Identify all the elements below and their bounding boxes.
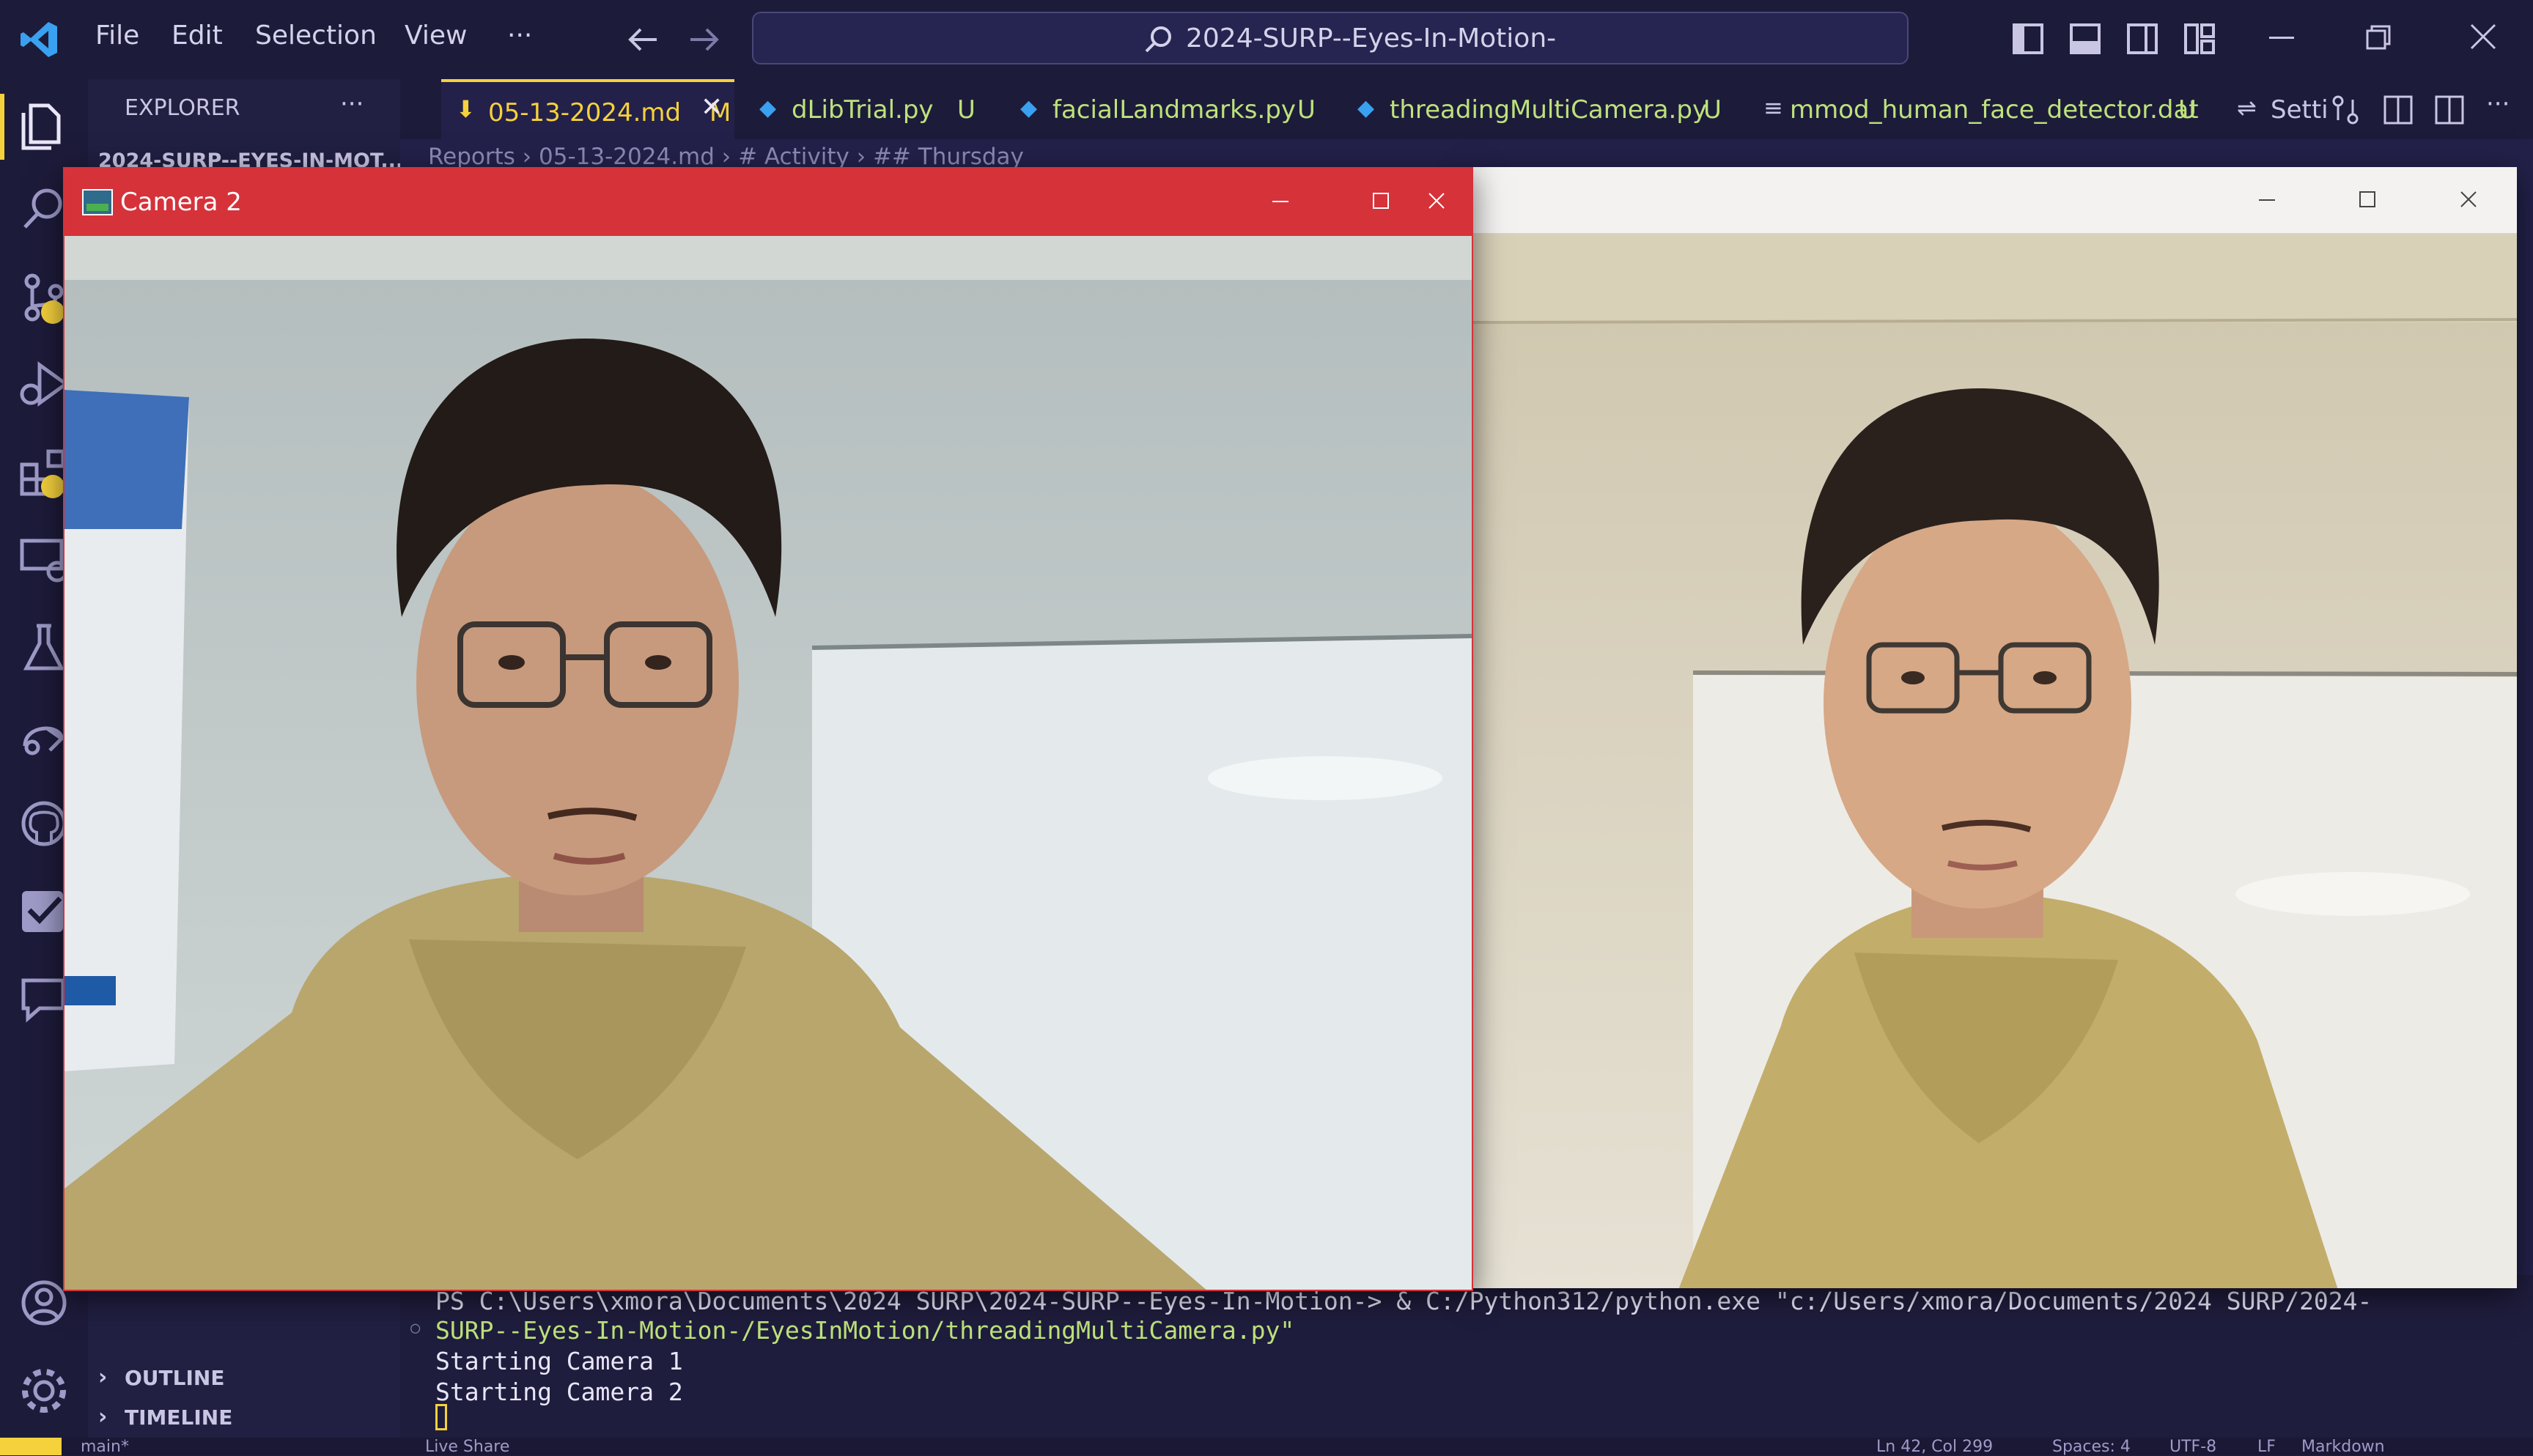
cursor-position[interactable]: Ln 42, Col 299 xyxy=(1876,1438,1993,1456)
python-file-icon: ◆ xyxy=(759,95,777,121)
menu-more[interactable]: ··· xyxy=(507,21,532,51)
search-icon xyxy=(1145,26,1171,53)
minimize-icon[interactable] xyxy=(2269,37,2294,41)
maximize-icon[interactable] xyxy=(2345,182,2389,218)
tab-status: U xyxy=(2178,95,2197,125)
terminal-output-line: Starting Camera 2 xyxy=(435,1378,683,1406)
command-center-text: 2024-SURP--Eyes-In-Motion- xyxy=(1186,23,1557,53)
tab-mmod-human-face-detector-dat[interactable]: ≡ mmod_human_face_detector.dat U xyxy=(1763,79,2218,139)
tab-label: mmod_human_face_detector.dat xyxy=(1790,95,2199,125)
breadcrumb-item[interactable]: # Activity xyxy=(738,144,849,170)
breadcrumb-item[interactable]: ## Thursday xyxy=(873,144,1024,170)
tab-05-13-2024-md[interactable]: ⬇ 05-13-2024.md M xyxy=(441,79,734,139)
indentation-status[interactable]: Spaces: 4 xyxy=(2052,1438,2131,1456)
live-share-status[interactable]: Live Share xyxy=(425,1438,509,1456)
terminal-panel[interactable]: PS C:\Users\xmora\Documents\2024 SURP\20… xyxy=(400,1275,2533,1442)
camera-2-video-frame xyxy=(64,236,1472,1290)
window-app-icon xyxy=(82,189,113,215)
breadcrumb-separator: › xyxy=(856,144,873,170)
tab-faciallandmarks-py[interactable]: ◆ facialLandmarks.py U xyxy=(1020,79,1316,139)
outline-section[interactable]: OUTLINE xyxy=(125,1366,224,1390)
toggle-panel-icon[interactable] xyxy=(2070,23,2101,54)
tab-threadingmulticamera-py[interactable]: ◆ threadingMultiCamera.py U xyxy=(1357,79,1739,139)
title-bar: File Edit Selection View ··· 2024-SURP--… xyxy=(0,0,2533,79)
timeline-chevron-icon[interactable]: › xyxy=(98,1404,107,1430)
compare-changes-icon[interactable] xyxy=(2331,95,2360,125)
close-icon[interactable] xyxy=(1415,183,1459,220)
breadcrumb-separator: › xyxy=(721,144,739,170)
editor-more-button[interactable]: ··· xyxy=(2486,89,2510,119)
menu-view[interactable]: View xyxy=(405,21,467,51)
extensions-badge xyxy=(41,475,64,498)
explorer-title: EXPLORER xyxy=(125,95,240,121)
menu-selection[interactable]: Selection xyxy=(255,21,377,51)
encoding-status[interactable]: UTF-8 xyxy=(2169,1438,2216,1456)
breadcrumb-item[interactable]: Reports xyxy=(428,144,515,170)
close-icon[interactable] xyxy=(2447,182,2490,218)
toggle-primary-sidebar-icon[interactable] xyxy=(2013,23,2043,54)
open-preview-icon[interactable] xyxy=(2383,95,2413,125)
python-file-icon: ◆ xyxy=(1357,95,1375,121)
settings-gear-icon[interactable] xyxy=(18,1364,70,1417)
menu-edit[interactable]: Edit xyxy=(172,21,223,51)
explorer-icon[interactable] xyxy=(18,98,70,151)
tab-status: U xyxy=(1297,95,1316,125)
tab-label: threadingMultiCamera.py xyxy=(1390,95,1708,125)
tab-status: U xyxy=(957,95,976,125)
split-editor-icon[interactable] xyxy=(2435,95,2464,125)
terminal-cursor xyxy=(435,1404,447,1430)
tab-settings[interactable]: ⇌ Setti xyxy=(2237,79,2332,139)
data-file-icon: ≡ xyxy=(1763,94,1783,122)
vscode-logo-icon[interactable] xyxy=(19,19,60,60)
breadcrumb-separator: › xyxy=(522,144,539,170)
markdown-file-icon: ⬇ xyxy=(456,95,476,123)
remote-indicator[interactable] xyxy=(0,1438,62,1455)
status-bar: main* Live Share Ln 42, Col 299 Spaces: … xyxy=(0,1438,2533,1456)
source-control-badge xyxy=(41,300,64,324)
close-icon[interactable] xyxy=(2470,23,2496,50)
terminal-decorator-icon: ○ xyxy=(410,1319,421,1337)
restore-icon[interactable] xyxy=(2366,25,2392,51)
camera-1-video-frame xyxy=(1473,234,2517,1288)
tab-label: dLibTrial.py xyxy=(792,95,934,125)
tab-bar: ⬇ 05-13-2024.md M ✕ ◆ dLibTrial.py U ◆ f… xyxy=(400,79,2533,139)
language-status[interactable]: Markdown xyxy=(2301,1438,2385,1456)
customize-layout-icon[interactable] xyxy=(2184,23,2215,54)
python-file-icon: ◆ xyxy=(1020,95,1038,121)
back-arrow-icon[interactable] xyxy=(627,25,660,54)
terminal-output-line: Starting Camera 1 xyxy=(435,1347,683,1375)
camera-1-title-bar[interactable] xyxy=(1473,167,2517,233)
tab-status: U xyxy=(1703,95,1722,125)
toggle-secondary-sidebar-icon[interactable] xyxy=(2127,23,2158,54)
tab-label: Setti xyxy=(2271,95,2329,125)
terminal-command-line: SURP--Eyes-In-Motion-/EyesInMotion/threa… xyxy=(435,1316,1295,1345)
minimize-icon[interactable] xyxy=(1258,183,1302,220)
command-center[interactable]: 2024-SURP--Eyes-In-Motion- xyxy=(752,12,1909,64)
active-indicator xyxy=(0,94,4,160)
tab-close-icon[interactable]: ✕ xyxy=(701,92,723,122)
explorer-more-button[interactable]: ··· xyxy=(340,89,364,119)
eol-status[interactable]: LF xyxy=(2257,1438,2276,1456)
forward-arrow-icon[interactable] xyxy=(687,25,720,54)
tab-dlibtrial-py[interactable]: ◆ dLibTrial.py U xyxy=(759,79,994,139)
tab-label: facialLandmarks.py xyxy=(1052,95,1296,125)
timeline-section[interactable]: TIMELINE xyxy=(125,1405,232,1430)
camera-2-title-bar[interactable]: Camera 2 xyxy=(64,169,1472,236)
outline-chevron-icon[interactable]: › xyxy=(98,1364,107,1390)
settings-icon: ⇌ xyxy=(2237,94,2257,122)
breadcrumb: Reports › 05-13-2024.md › # Activity › #… xyxy=(428,144,1024,170)
maximize-icon[interactable] xyxy=(1359,183,1403,220)
branch-status[interactable]: main* xyxy=(81,1438,129,1456)
minimize-icon[interactable] xyxy=(2244,182,2288,218)
camera-2-title: Camera 2 xyxy=(120,188,242,217)
menu-file[interactable]: File xyxy=(95,21,139,51)
camera-2-window[interactable]: Camera 2 xyxy=(63,167,1473,1291)
breadcrumb-item[interactable]: 05-13-2024.md xyxy=(539,144,715,170)
camera-1-window[interactable] xyxy=(1473,167,2517,1288)
tab-label: 05-13-2024.md xyxy=(488,98,682,128)
